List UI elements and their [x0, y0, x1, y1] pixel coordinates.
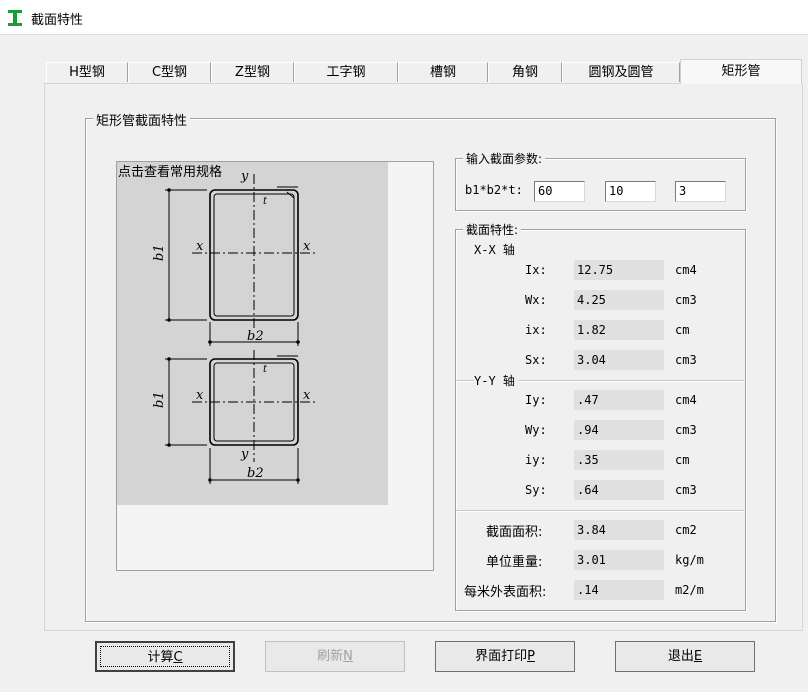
- rx-unit: cm: [675, 323, 690, 337]
- unit-weight-unit: kg/m: [675, 553, 704, 567]
- wy-unit: cm3: [675, 423, 697, 437]
- label-x-left-bottom: x: [196, 388, 204, 403]
- label-b1-top: b1: [152, 244, 167, 261]
- label-b2-bottom: b2: [247, 466, 264, 481]
- tab-angle-steel[interactable]: 角钢: [488, 62, 562, 82]
- unit-weight-value: 3.01: [574, 550, 664, 570]
- totals-separator: [456, 510, 744, 512]
- wy-value: .94: [574, 420, 664, 440]
- window-title: 截面特性: [31, 13, 84, 28]
- b1-input[interactable]: 60: [534, 181, 585, 202]
- sy-label: Sy:: [525, 483, 547, 497]
- sx-label: Sx:: [525, 353, 547, 367]
- wy-label: Wy:: [525, 423, 547, 437]
- calculate-button[interactable]: 计算C: [95, 641, 235, 672]
- ix-label: Ix:: [525, 263, 547, 277]
- label-x-right-bottom: x: [303, 388, 311, 403]
- label-b2-top: b2: [247, 329, 264, 344]
- yy-axis-label: Y-Y 轴: [474, 372, 518, 389]
- label-b1-bottom: b1: [152, 391, 167, 408]
- t-input[interactable]: 3: [675, 181, 726, 202]
- ry-unit: cm: [675, 453, 690, 467]
- tab-c-steel[interactable]: C型钢: [128, 62, 211, 82]
- rx-value: 1.82: [574, 320, 664, 340]
- unit-weight-label: 单位重量:: [486, 555, 543, 570]
- params-label: b1*b2*t:: [465, 183, 523, 197]
- results-title: 截面特性:: [463, 221, 522, 238]
- tab-channel-steel[interactable]: 槽钢: [398, 62, 488, 82]
- tab-h-steel[interactable]: H型钢: [46, 62, 128, 82]
- wx-value: 4.25: [574, 290, 664, 310]
- surface-area-unit: m2/m: [675, 583, 704, 597]
- label-t-top: t: [263, 196, 268, 207]
- input-params-title: 输入截面参数:: [463, 150, 546, 167]
- tab-i-beam[interactable]: 工字钢: [294, 62, 398, 82]
- rectangular-tube-diagram: y x x t b1 b2 x x t y b1 b2: [152, 169, 317, 484]
- section-group-title: 矩形管截面特性: [93, 110, 191, 129]
- print-screen-button[interactable]: 界面打印P: [435, 641, 575, 672]
- sy-value: .64: [574, 480, 664, 500]
- wx-unit: cm3: [675, 293, 697, 307]
- xx-axis-label: X-X 轴: [474, 243, 515, 257]
- ix-value: 12.75: [574, 260, 664, 280]
- label-t-bottom: t: [263, 364, 268, 375]
- label-x-right-top: x: [303, 239, 311, 254]
- ix-unit: cm4: [675, 263, 697, 277]
- dialog-window: 截面特性 H型钢 C型钢 Z型钢 工字钢 槽钢 角钢 圆钢及圆管 矩形管 矩形管…: [0, 0, 808, 692]
- tab-z-steel[interactable]: Z型钢: [211, 62, 294, 82]
- sy-unit: cm3: [675, 483, 697, 497]
- sx-unit: cm3: [675, 353, 697, 367]
- iy-label: Iy:: [525, 393, 547, 407]
- area-value: 3.84: [574, 520, 664, 540]
- refresh-button[interactable]: 刷新N: [265, 641, 405, 672]
- tab-round-steel-pipe[interactable]: 圆钢及圆管: [562, 62, 680, 82]
- label-y-top: y: [240, 169, 249, 184]
- label-y-bottom: y: [240, 447, 249, 462]
- title-bar[interactable]: 截面特性: [0, 0, 808, 35]
- iy-unit: cm4: [675, 393, 697, 407]
- wx-label: Wx:: [525, 293, 547, 307]
- ry-label: iy:: [525, 453, 547, 467]
- exit-button[interactable]: 退出E: [615, 641, 755, 672]
- tab-rectangular-tube[interactable]: 矩形管: [680, 59, 802, 84]
- ry-value: .35: [574, 450, 664, 470]
- i-beam-app-icon: [8, 10, 22, 26]
- iy-value: .47: [574, 390, 664, 410]
- surface-area-value: .14: [574, 580, 664, 600]
- label-x-left-top: x: [196, 239, 204, 254]
- surface-area-label: 每米外表面积:: [464, 585, 547, 600]
- sx-value: 3.04: [574, 350, 664, 370]
- area-label: 截面面积:: [486, 525, 543, 540]
- b2-input[interactable]: 10: [605, 181, 656, 202]
- area-unit: cm2: [675, 523, 697, 537]
- rx-label: ix:: [525, 323, 547, 337]
